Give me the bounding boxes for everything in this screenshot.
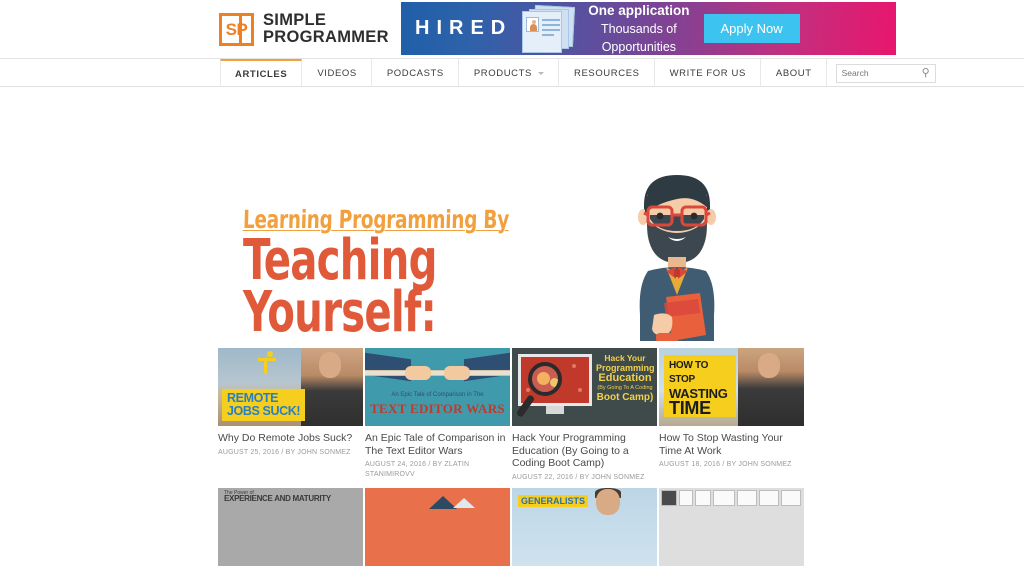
article-thumbnail[interactable]: REMOTE JOBS SUCK! [218,348,363,426]
ad-brand-hired: HIRED [415,17,513,39]
article-grid-row-1: REMOTE JOBS SUCK! Why Do Remote Jobs Suc… [218,348,814,482]
article-grid-row-2: The Power of EXPERIENCE AND MATURITY GEN… [218,488,814,566]
ad-copy: One application Thousands of Opportuniti… [588,2,689,55]
thumbnail-caption: REMOTE JOBS SUCK! [222,389,306,421]
article-thumbnail[interactable]: Hack Your Programming Education (By Goin… [512,348,657,426]
banner-ad[interactable]: HIRED One application Thousands of Oppor… [401,2,896,55]
thumbnail-caption: GENERALISTS [518,495,589,507]
thumbnail-caption: The Power of EXPERIENCE AND MATURITY [224,490,331,503]
article-card[interactable]: REMOTE JOBS SUCK! Why Do Remote Jobs Suc… [218,348,363,482]
crane-icon [258,351,276,374]
nav-label-resources: RESOURCES [573,67,640,79]
nav-items-container: ARTICLES VIDEOS PODCASTS PRODUCTS RESOUR… [220,59,936,87]
site-logo[interactable]: SP SIMPLE PROGRAMMER [219,12,389,46]
nav-label-podcasts: PODCASTS [386,67,444,79]
article-title[interactable]: Why Do Remote Jobs Suck? [218,432,363,445]
thumbnail-subtitle: An Epic Tale of Comparison in The [391,392,484,398]
search-box[interactable]: ⚲ [835,63,936,83]
chevron-down-icon [537,71,544,75]
nav-item-videos[interactable]: VIDEOS [302,59,372,87]
article-card[interactable]: HOW TO STOP WASTING TIME How To Stop Was… [659,348,804,482]
article-meta: AUGUST 25, 2016 / BY JOHN SONMEZ [218,448,351,456]
apply-now-button[interactable]: Apply Now [703,14,800,43]
hero-title: Learning Programming By Teaching Yoursel… [243,205,603,341]
logo-mark-icon: SP [219,12,254,46]
nav-label-write-for-us: WRITE FOR US [669,67,746,79]
ad-subline-2: Opportunities [601,39,677,54]
nav-item-products[interactable]: PRODUCTS [459,59,559,87]
top-bar: SP SIMPLE PROGRAMMER HIRED One applicati… [0,0,1024,58]
article-card[interactable]: Hack Your Programming Education (By Goin… [512,348,657,482]
thumbnail-caption: HOW TO STOP WASTING TIME [664,355,736,417]
ad-documents-icon [516,4,578,53]
nav-item-about[interactable]: ABOUT [761,59,827,87]
hero-illustration-icon [638,175,716,341]
nav-item-articles[interactable]: ARTICLES [220,59,303,87]
search-input[interactable] [841,68,918,78]
nav-label-articles: ARTICLES [235,68,288,80]
article-meta: AUGUST 22, 2016 / BY JOHN SONMEZ [512,473,645,481]
article-thumbnail[interactable]: The Power of EXPERIENCE AND MATURITY [218,488,363,566]
article-meta: AUGUST 24, 2016 / BY ZLATIN STANIMIROVV [365,461,470,478]
nav-label-products: PRODUCTS [473,67,532,79]
logo-wordmark: SIMPLE PROGRAMMER [263,12,389,46]
main-navigation: ARTICLES VIDEOS PODCASTS PRODUCTS RESOUR… [0,58,1024,87]
article-card[interactable]: An Epic Tale of Comparison in The TEXT E… [365,348,510,482]
article-thumbnail[interactable]: GENERALISTS [512,488,657,566]
ad-subline-1: Thousands of [600,21,677,36]
thumbnail-caption: Hack Your Programming Education (By Goin… [596,353,655,403]
nav-item-write-for-us[interactable]: WRITE FOR US [655,59,761,87]
nav-item-podcasts[interactable]: PODCASTS [372,59,459,87]
article-title[interactable]: How To Stop Wasting Your Time At Work [659,432,804,457]
hero-line-2: Teaching Yourself: [243,228,437,341]
nav-label-videos: VIDEOS [317,67,357,79]
search-icon[interactable]: ⚲ [922,67,930,79]
article-thumbnail[interactable]: An Epic Tale of Comparison in The TEXT E… [365,348,510,426]
article-title[interactable]: Hack Your Programming Education (By Goin… [512,432,657,470]
hero-section: Learning Programming By Teaching Yoursel… [0,87,1024,341]
ad-headline: One application [588,2,690,18]
nav-item-resources[interactable]: RESOURCES [559,59,655,87]
logo-mark-bar [239,14,242,44]
article-title[interactable]: An Epic Tale of Comparison in The Text E… [365,432,510,457]
nav-label-about: ABOUT [775,67,812,79]
logo-line-1: SIMPLE [263,11,327,29]
logo-line-2: PROGRAMMER [263,28,389,46]
article-meta: AUGUST 18, 2016 / BY JOHN SONMEZ [659,461,792,468]
article-thumbnail[interactable] [365,488,510,566]
logo-mark-text: SP [225,19,248,39]
article-thumbnail[interactable]: HOW TO STOP WASTING TIME [659,348,804,426]
article-thumbnail[interactable] [659,488,804,566]
thumbnail-title: TEXT EDITOR WARS [370,401,505,416]
